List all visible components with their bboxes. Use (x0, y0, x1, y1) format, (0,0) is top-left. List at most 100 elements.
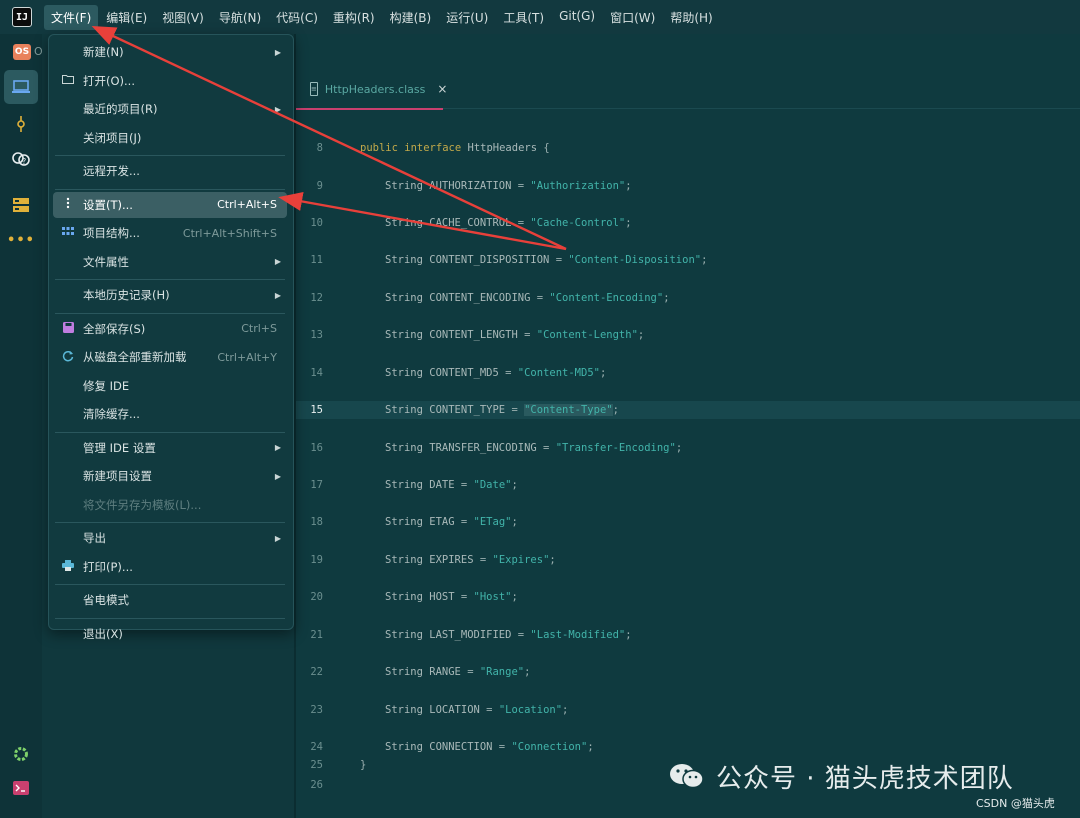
type-token: String (385, 516, 423, 528)
menu-item-4[interactable]: 代码(C) (269, 5, 325, 30)
file-menu-item-14[interactable]: 从磁盘全部重新加载 Ctrl+Alt+Y (53, 344, 287, 370)
string-literal: "Location" (498, 704, 563, 716)
code-line[interactable]: 9 String AUTHORIZATION = "Authorization"; (296, 177, 1080, 195)
menu-item-label: 远程开发... (83, 164, 140, 178)
code-line[interactable]: 13 String CONTENT_LENGTH = "Content-Lengt… (296, 326, 1080, 344)
code-text: String CONTENT_DISPOSITION = "Content-Di… (385, 254, 708, 266)
settings-gear-icon[interactable] (9, 742, 33, 766)
commit-icon[interactable] (9, 112, 33, 136)
menu-item-label: 清除缓存... (83, 407, 140, 421)
code-text: String HOST = "Host"; (385, 591, 518, 603)
menu-item-label: 设置(T)... (83, 197, 133, 212)
type-token: String (385, 292, 423, 304)
menu-item-label: 管理 IDE 设置 (83, 440, 156, 455)
file-menu-item-8[interactable]: 项目结构... Ctrl+Alt+Shift+S (53, 220, 287, 246)
file-menu-item-2[interactable]: 最近的项目(R) ▶ (53, 96, 287, 122)
code-line[interactable]: 15 String CONTENT_TYPE = "Content-Type"; (296, 401, 1080, 419)
file-menu-item-18[interactable]: 管理 IDE 设置 ▶ (53, 435, 287, 461)
menu-item-label: 打印(P)... (83, 559, 133, 574)
code-line[interactable]: 21 String LAST_MODIFIED = "Last-Modified"… (296, 626, 1080, 644)
file-menu-item-13[interactable]: 全部保存(S) Ctrl+S (53, 316, 287, 342)
shortcut-hint: Ctrl+Alt+Shift+S (182, 226, 277, 240)
constant-name: CONTENT_TYPE (429, 404, 506, 416)
keyword-token: public (360, 142, 398, 154)
file-menu-item-3[interactable]: 关闭项目(J) (53, 125, 287, 151)
file-menu-item-11[interactable]: 本地历史记录(H) ▶ (53, 282, 287, 308)
reload-icon (61, 350, 75, 365)
project-badge[interactable]: OS (13, 44, 31, 60)
code-line[interactable]: 16 String TRANSFER_ENCODING = "Transfer-E… (296, 439, 1080, 457)
keyword-token: interface (404, 142, 462, 154)
code-line[interactable]: 12 String CONTENT_ENCODING = "Content-Enc… (296, 289, 1080, 307)
menu-item-2[interactable]: 视图(V) (155, 5, 211, 30)
code-line[interactable]: 8 public interface HttpHeaders { (296, 139, 1080, 157)
file-menu-item-5[interactable]: 远程开发... (53, 158, 287, 184)
menu-item-3[interactable]: 导航(N) (212, 5, 268, 30)
line-number: 9 (316, 180, 323, 192)
menu-separator (55, 584, 285, 585)
code-line[interactable]: 18 String ETAG = "ETag"; (296, 513, 1080, 531)
menu-separator (55, 279, 285, 280)
code-line[interactable]: 19 String EXPIRES = "Expires"; (296, 551, 1080, 569)
file-menu-item-23[interactable]: 打印(P)... (53, 554, 287, 580)
shortcut-hint: Ctrl+S (241, 322, 277, 335)
code-line[interactable]: 17 String DATE = "Date"; (296, 476, 1080, 494)
type-token: String (385, 180, 423, 192)
menu-item-10[interactable]: 窗口(W) (603, 5, 662, 30)
intellij-logo-icon[interactable]: IJ (12, 7, 32, 27)
tab-httpheaders[interactable]: ≡ HttpHeaders.class × (296, 70, 447, 110)
string-literal: "Last-Modified" (530, 629, 626, 641)
code-editor[interactable]: 8 public interface HttpHeaders {9 String A… (296, 108, 1080, 818)
menu-bar: IJ 文件(F) 编辑(E) 视图(V) 导航(N) 代码(C) 重构(R) 构建(B) 运行… (0, 0, 1080, 34)
constant-name: CONTENT_DISPOSITION (429, 254, 550, 266)
line-number: 20 (310, 591, 323, 603)
file-menu-item-27[interactable]: 退出(X) (53, 621, 287, 647)
string-literal: "Content-Disposition" (568, 254, 702, 266)
menu-item-9[interactable]: Git(G) (552, 5, 602, 30)
file-menu-item-22[interactable]: 导出 ▶ (53, 525, 287, 551)
code-line[interactable]: 20 String HOST = "Host"; (296, 588, 1080, 606)
menu-item-7[interactable]: 运行(U) (439, 5, 495, 30)
code-line[interactable]: 10 String CACHE_CONTROL = "Cache-Control"… (296, 214, 1080, 232)
code-text: String RANGE = "Range"; (385, 666, 531, 678)
type-token: String (385, 591, 423, 603)
code-line[interactable]: 23 String LOCATION = "Location"; (296, 701, 1080, 719)
file-menu-item-0[interactable]: 新建(N) ▶ (53, 39, 287, 65)
file-menu-item-1[interactable]: 打开(O)... (53, 68, 287, 94)
file-menu-item-19[interactable]: 新建项目设置 ▶ (53, 463, 287, 489)
line-number: 8 (316, 142, 323, 154)
project-tool-icon[interactable] (4, 70, 38, 104)
constant-name: EXPIRES (429, 554, 474, 566)
database-icon[interactable] (9, 193, 33, 217)
menu-item-5[interactable]: 重构(R) (326, 5, 382, 30)
string-literal: "ETag" (473, 516, 512, 528)
file-menu-item-16[interactable]: 清除缓存... (53, 401, 287, 427)
terminal-icon[interactable] (9, 776, 33, 800)
svg-text:?: ? (22, 157, 26, 166)
menu-separator (55, 312, 285, 314)
menu-item-1[interactable]: 编辑(E) (99, 5, 154, 30)
code-text: String ETAG = "ETag"; (385, 516, 518, 528)
project-structure-icon (61, 226, 75, 240)
code-line[interactable]: 14 String CONTENT_MD5 = "Content-MD5"; (296, 364, 1080, 382)
copilot-icon[interactable]: ? (9, 147, 33, 171)
constant-name: CACHE_CONTROL (429, 217, 512, 229)
constant-name: ETAG (429, 516, 455, 528)
more-tools-icon[interactable]: ••• (7, 228, 34, 252)
file-menu-item-9[interactable]: 文件属性 ▶ (53, 249, 287, 275)
line-number: 17 (310, 479, 323, 491)
code-line[interactable]: 22 String RANGE = "Range"; (296, 663, 1080, 681)
file-menu-item-7[interactable]: 设置(T)... Ctrl+Alt+S (53, 191, 287, 218)
watermark-text: 公众号 · 猫头虎技术团队 (716, 763, 1014, 794)
code-line[interactable]: 11 String CONTENT_DISPOSITION = "Content-… (296, 251, 1080, 269)
menu-item-8[interactable]: 工具(T) (496, 5, 551, 30)
menu-item-0[interactable]: 文件(F) (44, 4, 99, 30)
menu-item-6[interactable]: 构建(B) (383, 5, 439, 30)
file-menu-item-25[interactable]: 省电模式 (53, 587, 287, 613)
code-line[interactable]: 24 String CONNECTION = "Connection"; (296, 738, 1080, 756)
close-icon[interactable]: × (437, 82, 447, 96)
menu-item-11[interactable]: 帮助(H) (663, 5, 719, 30)
constant-name: CONTENT_MD5 (429, 367, 499, 379)
constant-name: LOCATION (429, 704, 480, 716)
file-menu-item-15[interactable]: 修复 IDE (53, 373, 287, 399)
